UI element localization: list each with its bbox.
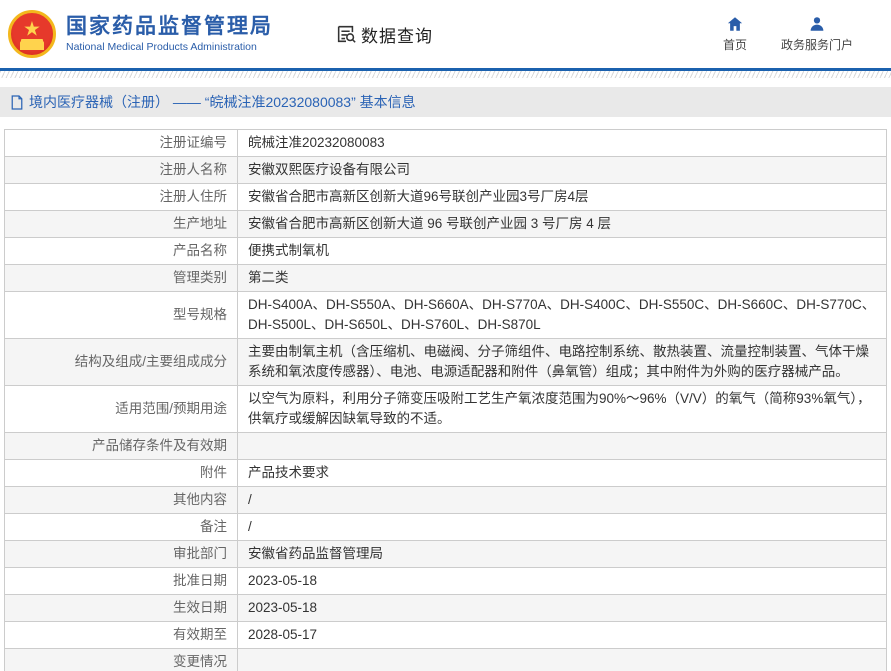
- row-label: 结构及组成/主要组成成分: [5, 339, 238, 386]
- org-name-en: National Medical Products Administration: [66, 40, 273, 54]
- table-row: 注册人住所安徽省合肥市高新区创新大道96号联创产业园3号厂房4层: [5, 184, 887, 211]
- row-label: 变更情况: [5, 649, 238, 671]
- nav-home-label: 首页: [723, 36, 747, 53]
- table-row: 产品名称便携式制氧机: [5, 238, 887, 265]
- table-row: 注册人名称安徽双熙医疗设备有限公司: [5, 157, 887, 184]
- row-label: 备注: [5, 514, 238, 541]
- page-header: ★ 国家药品监督管理局 National Medical Products Ad…: [0, 0, 891, 68]
- table-row: 附件产品技术要求: [5, 460, 887, 487]
- table-row: 结构及组成/主要组成成分主要由制氧主机（含压缩机、电磁阀、分子筛组件、电路控制系…: [5, 339, 887, 386]
- home-icon: [726, 15, 744, 33]
- header-nav: 首页 政务服务门户: [723, 15, 877, 53]
- row-value: 2023-05-18: [238, 595, 887, 622]
- row-value: 第二类: [238, 265, 887, 292]
- nav-item-home[interactable]: 首页: [723, 15, 747, 53]
- row-value: /: [238, 487, 887, 514]
- row-label: 附件: [5, 460, 238, 487]
- nav-item-portal[interactable]: 政务服务门户: [781, 15, 853, 53]
- table-row: 审批部门安徽省药品监督管理局: [5, 541, 887, 568]
- data-query-tab[interactable]: 数据查询: [335, 22, 433, 47]
- table-row: 生产地址安徽省合肥市高新区创新大道 96 号联创产业园 3 号厂房 4 层: [5, 211, 887, 238]
- row-value: /: [238, 514, 887, 541]
- row-value: [238, 433, 887, 460]
- row-label: 批准日期: [5, 568, 238, 595]
- row-label: 注册人名称: [5, 157, 238, 184]
- table-row: 适用范围/预期用途以空气为原料，利用分子筛变压吸附工艺生产氧浓度范围为90%～9…: [5, 386, 887, 433]
- row-value: 便携式制氧机: [238, 238, 887, 265]
- row-label: 产品储存条件及有效期: [5, 433, 238, 460]
- row-label: 审批部门: [5, 541, 238, 568]
- breadcrumb-band: 境内医疗器械（注册） —— “皖械注准20232080083” 基本信息: [0, 87, 891, 117]
- org-title-block: 国家药品监督管理局 National Medical Products Admi…: [66, 14, 273, 54]
- document-icon: [10, 95, 24, 110]
- row-value: 2023-05-18: [238, 568, 887, 595]
- nav-portal-label: 政务服务门户: [781, 36, 853, 53]
- row-value: 2028-05-17: [238, 622, 887, 649]
- table-row: 产品储存条件及有效期: [5, 433, 887, 460]
- breadcrumb: 境内医疗器械（注册） —— “皖械注准20232080083” 基本信息: [29, 92, 416, 112]
- table-row: 生效日期2023-05-18: [5, 595, 887, 622]
- org-name-cn: 国家药品监督管理局: [66, 14, 273, 40]
- row-value: 产品技术要求: [238, 460, 887, 487]
- row-label: 注册证编号: [5, 130, 238, 157]
- row-label: 生产地址: [5, 211, 238, 238]
- row-label: 有效期至: [5, 622, 238, 649]
- table-row: 备注/: [5, 514, 887, 541]
- info-table-body: 注册证编号皖械注准20232080083注册人名称安徽双熙医疗设备有限公司注册人…: [5, 130, 887, 671]
- data-query-label: 数据查询: [361, 22, 433, 47]
- row-label: 生效日期: [5, 595, 238, 622]
- table-row: 有效期至2028-05-17: [5, 622, 887, 649]
- row-label: 产品名称: [5, 238, 238, 265]
- row-value: [238, 649, 887, 671]
- row-value: 皖械注准20232080083: [238, 130, 887, 157]
- hatched-band: [0, 71, 891, 78]
- row-value: 主要由制氧主机（含压缩机、电磁阀、分子筛组件、电路控制系统、散热装置、流量控制装…: [238, 339, 887, 386]
- row-value: 安徽省合肥市高新区创新大道 96 号联创产业园 3 号厂房 4 层: [238, 211, 887, 238]
- row-value: 安徽双熙医疗设备有限公司: [238, 157, 887, 184]
- table-row: 批准日期2023-05-18: [5, 568, 887, 595]
- emblem-star-icon: ★: [23, 19, 41, 39]
- row-label: 注册人住所: [5, 184, 238, 211]
- table-row: 其他内容/: [5, 487, 887, 514]
- table-row: 型号规格DH-S400A、DH-S550A、DH-S660A、DH-S770A、…: [5, 292, 887, 339]
- emblem-gate-icon: [20, 41, 44, 50]
- row-label: 其他内容: [5, 487, 238, 514]
- row-label: 型号规格: [5, 292, 238, 339]
- row-value: 安徽省药品监督管理局: [238, 541, 887, 568]
- registration-info-table: 注册证编号皖械注准20232080083注册人名称安徽双熙医疗设备有限公司注册人…: [4, 129, 887, 671]
- national-emblem-logo: ★: [8, 10, 56, 58]
- row-label: 管理类别: [5, 265, 238, 292]
- row-value: 以空气为原料，利用分子筛变压吸附工艺生产氧浓度范围为90%～96%（V/V）的氧…: [238, 386, 887, 433]
- data-query-icon: [335, 23, 357, 45]
- row-label: 适用范围/预期用途: [5, 386, 238, 433]
- row-value: 安徽省合肥市高新区创新大道96号联创产业园3号厂房4层: [238, 184, 887, 211]
- user-icon: [808, 15, 826, 33]
- table-row: 变更情况: [5, 649, 887, 671]
- table-row: 注册证编号皖械注准20232080083: [5, 130, 887, 157]
- row-value: DH-S400A、DH-S550A、DH-S660A、DH-S770A、DH-S…: [238, 292, 887, 339]
- table-row: 管理类别第二类: [5, 265, 887, 292]
